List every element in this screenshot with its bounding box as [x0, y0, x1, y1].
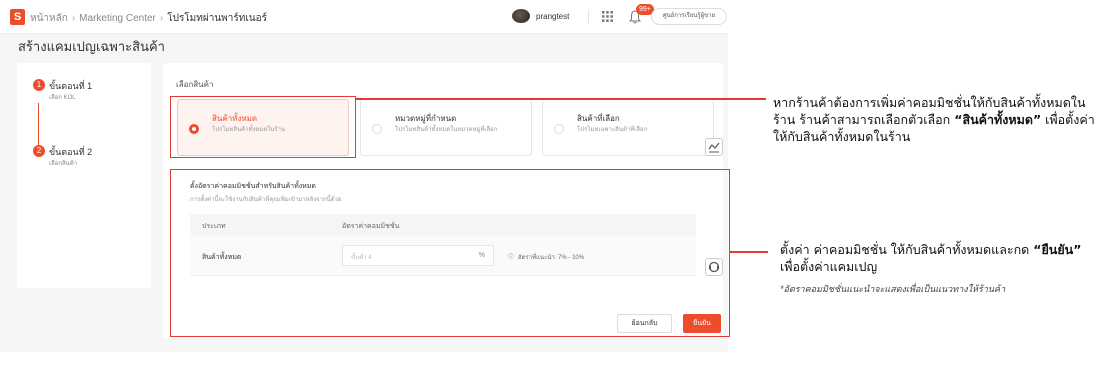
- top-bar: S หน้าหลัก › Marketing Center › โปรโมทผ่านพา…: [0, 0, 728, 34]
- annotation-emphasis: “สินค้าทั้งหมด”: [954, 112, 1042, 127]
- hint-text: อัตราที่แนะนำ: 7% - 10%: [518, 255, 585, 261]
- step-subtitle: เลือก KOL: [49, 95, 76, 101]
- annotation-2: ตั้งค่า ค่าคอมมิชชั่น ให้กับสินค้าทั้งหม…: [780, 241, 1100, 275]
- option-title: หมวดหมู่ที่กำหนด: [395, 114, 457, 123]
- commission-rate-input[interactable]: ขั้นต่ำ 4 %: [342, 245, 494, 266]
- leader-line-2: [730, 251, 768, 253]
- step-title: ขั้นตอนที่ 1: [49, 81, 93, 91]
- confirm-button[interactable]: ยืนยัน: [683, 314, 721, 333]
- option-title: สินค้าที่เลือก: [577, 114, 620, 123]
- input-placeholder: ขั้นต่ำ 4: [351, 255, 372, 261]
- option-all-products[interactable]: สินค้าทั้งหมด โปรโมทสินค้าทั้งหมดในร้าน: [177, 99, 349, 156]
- step-connector: [38, 103, 39, 147]
- user-menu[interactable]: prangtest: [512, 9, 569, 23]
- column-header-rate: อัตราค่าคอมมิชชั่น: [342, 223, 400, 230]
- leader-line-1: [356, 98, 766, 100]
- option-title: สินค้าทั้งหมด: [212, 114, 258, 123]
- select-products-label: เลือกสินค้า: [176, 80, 214, 89]
- recommended-rate-hint: ⓘ อัตราที่แนะนำ: 7% - 10%: [508, 252, 584, 262]
- back-button[interactable]: ย้อนกลับ: [617, 314, 672, 333]
- radio-unselected[interactable]: [372, 124, 382, 134]
- headset-icon[interactable]: [705, 258, 723, 276]
- breadcrumb-home[interactable]: หน้าหลัก: [30, 13, 68, 24]
- rate-section-subtitle: การตั้งค่านี้จะใช้งานกับสินค้าที่คุณเพิ่…: [190, 197, 342, 203]
- annotation-text: ตั้งค่า ค่าคอมมิชชั่น ให้กับสินค้าทั้งหม…: [780, 242, 1034, 257]
- table-row: สินค้าทั้งหมด ขั้นต่ำ 4 % ⓘ อัตราที่แนะนำ…: [190, 236, 696, 276]
- annotation-1: หากร้านค้าต้องการเพิ่มค่าคอมมิชชั่นให้กั…: [773, 94, 1103, 145]
- option-description: โปรโมทสินค้าทั้งหมดในหมวดหมู่ที่เลือก: [395, 127, 498, 133]
- chevron-right-icon: ›: [71, 13, 76, 24]
- breadcrumb-current: โปรโมทผ่านพาร์ทเนอร์: [167, 13, 267, 24]
- step-number: 1: [33, 79, 45, 91]
- step-subtitle: เลือกสินค้า: [49, 161, 78, 167]
- commission-table: ประเภท อัตราค่าคอมมิชชั่น สินค้าทั้งหมด …: [190, 214, 696, 276]
- step-title: ขั้นตอนที่ 2: [49, 147, 93, 157]
- percent-unit: %: [478, 252, 485, 259]
- option-selected-products[interactable]: สินค้าที่เลือก โปรโมทเฉพาะสินค้าที่เลือก: [542, 99, 714, 156]
- page-title: สร้างแคมเปญเฉพาะสินค้า: [18, 39, 165, 54]
- breadcrumb-marketing-center[interactable]: Marketing Center: [79, 13, 156, 24]
- breadcrumb: หน้าหลัก › Marketing Center › โปรโมทผ่านพาร์…: [30, 11, 267, 26]
- avatar: [512, 9, 530, 23]
- option-category[interactable]: หมวดหมู่ที่กำหนด โปรโมทสินค้าทั้งหมดในหม…: [360, 99, 532, 156]
- radio-selected[interactable]: [189, 124, 199, 134]
- divider: [588, 10, 589, 24]
- info-icon: ⓘ: [508, 255, 515, 261]
- chart-icon[interactable]: [705, 138, 723, 156]
- step-number: 2: [33, 145, 45, 157]
- annotation-text: เพื่อตั้งค่าแคมเปญ: [780, 259, 878, 274]
- column-header-type: ประเภท: [202, 223, 226, 230]
- option-description: โปรโมทสินค้าทั้งหมดในร้าน: [212, 127, 285, 133]
- chevron-right-icon: ›: [159, 13, 164, 24]
- annotation-emphasis: “ยืนยัน”: [1033, 242, 1082, 257]
- stepper: 1 ขั้นตอนที่ 1 เลือก KOL 2 ขั้นตอนที่ 2 …: [17, 63, 151, 288]
- help-center-button[interactable]: ศูนย์การเรียนรู้ผู้ขาย: [651, 8, 727, 25]
- table-header: ประเภท อัตราค่าคอมมิชชั่น: [190, 214, 696, 236]
- annotation-note: *อัตราคอมมิชชั่นแนะนำจะแสดงเพื่อเป็นแนวท…: [780, 284, 1006, 294]
- option-description: โปรโมทเฉพาะสินค้าที่เลือก: [577, 127, 648, 133]
- shopee-logo-icon[interactable]: S: [10, 9, 25, 25]
- radio-unselected[interactable]: [554, 124, 564, 134]
- rate-section-title: ตั้งอัตราค่าคอมมิชชั่นสำหรับสินค้าทั้งหม…: [190, 183, 316, 190]
- apps-grid-icon[interactable]: [602, 11, 613, 22]
- row-category: สินค้าทั้งหมด: [202, 254, 242, 261]
- app-screen: S หน้าหลัก › Marketing Center › โปรโมทผ่านพา…: [0, 0, 728, 352]
- username: prangtest: [536, 11, 570, 21]
